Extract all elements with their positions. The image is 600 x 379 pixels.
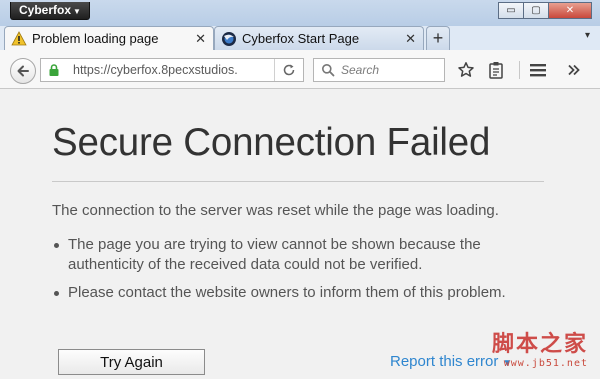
maximize-button[interactable]: ▢ (523, 2, 549, 19)
title-divider (52, 181, 544, 182)
url-text[interactable]: https://cyberfox.8pecxstudios. (73, 63, 243, 77)
error-description: The connection to the server was reset w… (52, 202, 499, 219)
chevron-down-icon: ▼ (73, 7, 81, 16)
site-watermark: 脚本之家 www.jb51.net (492, 326, 588, 369)
search-bar[interactable] (313, 58, 445, 82)
try-again-button[interactable]: Try Again (58, 349, 205, 375)
bookmark-star-button[interactable] (456, 60, 476, 80)
lock-icon[interactable] (47, 63, 61, 77)
plus-icon: + (432, 28, 444, 48)
tab-problem-loading[interactable]: Problem loading page ✕ (4, 26, 214, 50)
menu-button[interactable] (528, 60, 548, 80)
reload-button[interactable] (274, 59, 303, 81)
tab-cyberfox-start[interactable]: Cyberfox Start Page ✕ (214, 26, 424, 50)
search-icon (322, 64, 335, 77)
star-icon (458, 62, 474, 77)
list-item: The page you are trying to view cannot b… (52, 235, 522, 275)
navigation-toolbar: https://cyberfox.8pecxstudios. (0, 50, 600, 89)
error-bullet-list: The page you are trying to view cannot b… (52, 235, 522, 311)
tab-close-icon[interactable]: ✕ (405, 31, 416, 47)
toolbar-separator (519, 61, 520, 79)
error-page: Secure Connection Failed The connection … (0, 89, 600, 379)
maximize-icon: ▢ (531, 5, 541, 16)
page-title: Secure Connection Failed (52, 121, 491, 164)
watermark-title: 脚本之家 (491, 332, 588, 357)
tab-list-chevron-icon[interactable]: ▾ (585, 30, 590, 41)
watermark-url: www.jb51.net (503, 358, 588, 369)
tab-label: Cyberfox Start Page (242, 31, 360, 46)
clipboard-icon (489, 62, 503, 79)
url-bar[interactable]: https://cyberfox.8pecxstudios. (40, 58, 304, 82)
window-titlebar: Cyberfox ▼ ▭ ▢ ✕ (0, 0, 600, 26)
double-chevron-right-icon (568, 64, 580, 76)
back-arrow-icon (17, 65, 29, 77)
app-menu-button[interactable]: Cyberfox ▼ (10, 2, 90, 20)
minimize-button[interactable]: ▭ (498, 2, 524, 19)
reload-icon (283, 64, 295, 76)
app-menu-label: Cyberfox (19, 3, 72, 17)
back-button[interactable] (10, 58, 36, 84)
reading-list-button[interactable] (486, 60, 506, 80)
cyberfox-logo-icon (222, 31, 236, 46)
close-icon: ✕ (565, 5, 575, 16)
warning-icon (11, 30, 27, 45)
close-window-button[interactable]: ✕ (548, 2, 592, 19)
tab-close-icon[interactable]: ✕ (195, 31, 206, 47)
hamburger-menu-icon (530, 64, 546, 77)
tab-label: Problem loading page (32, 31, 159, 46)
report-error-label: Report this error (390, 353, 499, 370)
tab-strip: Problem loading page ✕ Cyberfox Start Pa… (0, 26, 600, 50)
search-input[interactable] (339, 62, 443, 78)
new-tab-button[interactable]: + (426, 26, 450, 50)
overflow-button[interactable] (564, 60, 584, 80)
list-item: Please contact the website owners to inf… (52, 283, 522, 303)
window-controls: ▭ ▢ ✕ (498, 2, 592, 19)
minimize-icon: ▭ (506, 5, 516, 16)
